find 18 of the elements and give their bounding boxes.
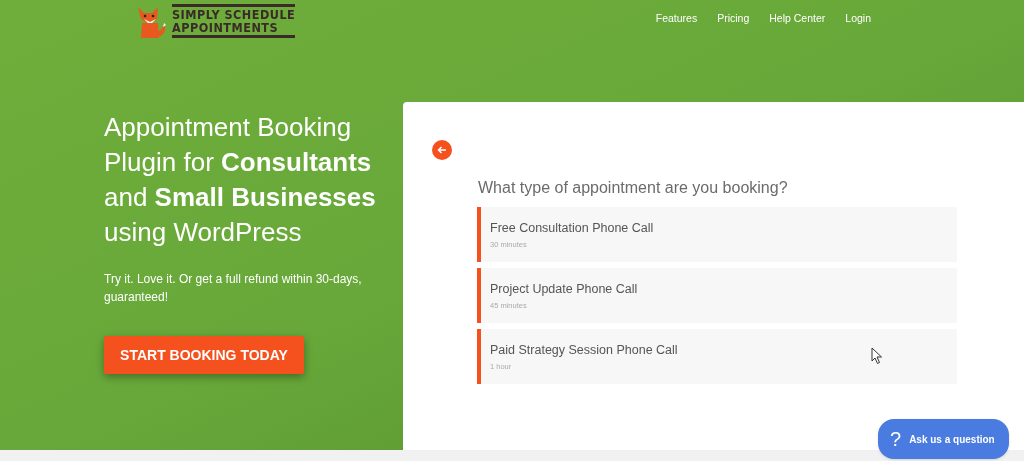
help-button[interactable]: ? Ask us a question	[878, 419, 1009, 459]
nav-link[interactable]: Features	[655, 10, 698, 27]
logo-text: SIMPLY SCHEDULE	[172, 8, 296, 21]
start-booking-button[interactable]: START BOOKING TODAY	[104, 336, 304, 374]
nav-link[interactable]: Pricing	[717, 10, 750, 27]
back-button[interactable]	[432, 140, 452, 160]
cursor-icon	[871, 347, 883, 365]
hero-tagline: Try it. Love it. Or get a full refund within 30-days, guaranteed!	[104, 271, 363, 306]
nav-link[interactable]: Help Center	[769, 10, 826, 27]
back-arrow-icon	[437, 146, 447, 154]
option-title: Paid Strategy Session Phone Call	[490, 342, 678, 359]
hero-headline: Appointment Booking Plugin for Consultants and Small Businesses using WordPress	[104, 111, 377, 249]
question-mark-icon: ?	[890, 429, 902, 449]
logo-text: APPOINTMENTS	[172, 21, 280, 34]
option-title: Project Update Phone Call	[490, 281, 638, 298]
booking-question: What type of appointment are you booking?	[478, 178, 788, 198]
option-title: Free Consultation Phone Call	[490, 220, 654, 237]
nav-link[interactable]: Login	[845, 10, 871, 27]
